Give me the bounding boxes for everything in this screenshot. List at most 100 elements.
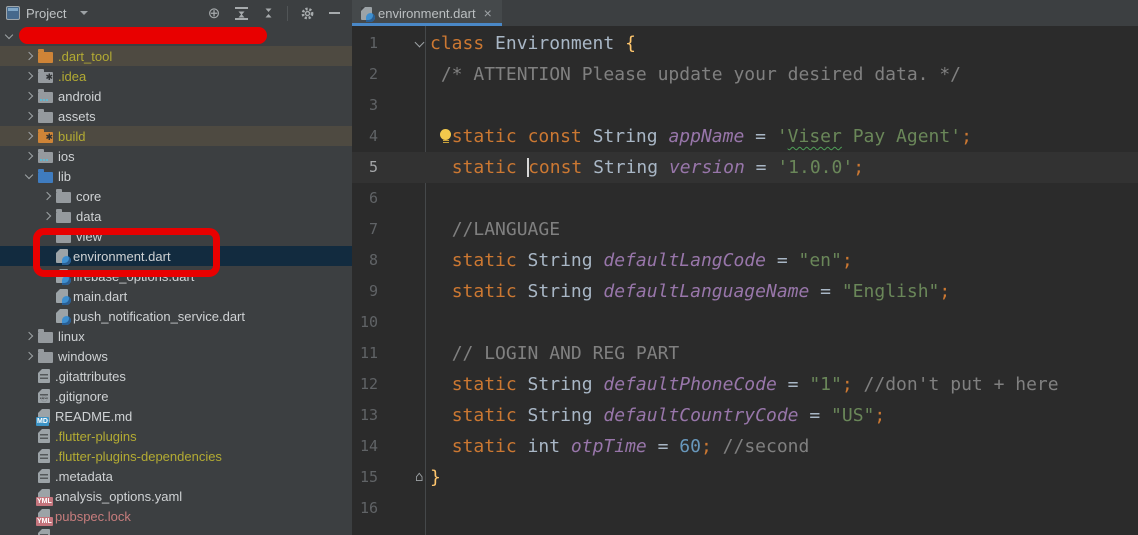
tree-item--flutter-plugins-dependencies[interactable]: .flutter-plugins-dependencies xyxy=(0,446,352,466)
tree-item-core[interactable]: core xyxy=(0,186,352,206)
tool-strip-buttons: ⊕ xyxy=(206,5,346,21)
tree-item--flutter-plugins[interactable]: .flutter-plugins xyxy=(0,426,352,446)
tree-item-assets[interactable]: assets xyxy=(0,106,352,126)
code-token: String xyxy=(517,281,604,302)
chevron-right-icon[interactable] xyxy=(22,68,38,84)
code-line-12[interactable]: 12 static String defaultPhoneCode = "1";… xyxy=(352,369,1138,400)
expand-all-icon[interactable] xyxy=(233,5,249,21)
tree-item-main-dart[interactable]: main.dart xyxy=(0,286,352,306)
line-number[interactable]: 2 xyxy=(352,59,378,90)
code-line-7[interactable]: 7 //LANGUAGE xyxy=(352,214,1138,245)
tab-environment-dart[interactable]: environment.dart xyxy=(352,0,502,26)
code-token: ; xyxy=(961,126,972,147)
file-type-badge: YML xyxy=(36,517,53,526)
code-line-1[interactable]: 1class Environment { xyxy=(352,28,1138,59)
line-number[interactable]: 13 xyxy=(352,400,378,431)
code-token: ; xyxy=(853,157,864,178)
code-token: String xyxy=(582,126,669,147)
code-line-13[interactable]: 13 static String defaultCountryCode = "U… xyxy=(352,400,1138,431)
code-token: static xyxy=(452,157,517,178)
tree-item-analysis-options-yaml[interactable]: YMLanalysis_options.yaml xyxy=(0,486,352,506)
code-line-8[interactable]: 8 static String defaultLangCode = "en"; xyxy=(352,245,1138,276)
tree-item--dart-tool[interactable]: .dart_tool xyxy=(0,46,352,66)
tree-item-ios[interactable]: ios xyxy=(0,146,352,166)
chevron-right-icon[interactable] xyxy=(40,188,56,204)
line-number[interactable]: 1 xyxy=(352,28,378,59)
tree-item-partial-row[interactable] xyxy=(0,526,352,535)
line-number[interactable]: 8 xyxy=(352,245,378,276)
tree-item--gitignore[interactable]: .gitignore xyxy=(0,386,352,406)
intention-bulb-icon[interactable] xyxy=(440,129,451,140)
collapse-all-icon[interactable] xyxy=(260,5,276,21)
line-number[interactable]: 14 xyxy=(352,431,378,462)
tree-item-readme-md[interactable]: MDREADME.md xyxy=(0,406,352,426)
code-token xyxy=(853,374,864,395)
text-file-icon xyxy=(38,529,50,535)
tree-item--idea[interactable]: .idea xyxy=(0,66,352,86)
chevron-right-icon[interactable] xyxy=(22,348,38,364)
code-line-2[interactable]: 2 /* ATTENTION Please update your desire… xyxy=(352,59,1138,90)
code-token: version xyxy=(669,157,745,178)
code-line-10[interactable]: 10 xyxy=(352,307,1138,338)
line-number[interactable]: 15 xyxy=(352,462,378,493)
tree-item-label: windows xyxy=(58,349,108,364)
code-token: ; xyxy=(842,374,853,395)
tree-item--metadata[interactable]: .metadata xyxy=(0,466,352,486)
line-number[interactable]: 4 xyxy=(352,121,378,152)
code-token: const xyxy=(528,126,582,147)
line-number[interactable]: 9 xyxy=(352,276,378,307)
line-number[interactable]: 16 xyxy=(352,493,378,524)
code-token xyxy=(430,343,452,364)
line-number[interactable]: 6 xyxy=(352,183,378,214)
code-token: = xyxy=(647,436,680,457)
close-icon[interactable] xyxy=(484,6,492,20)
settings-icon[interactable] xyxy=(299,5,315,21)
line-number[interactable]: 7 xyxy=(352,214,378,245)
hide-panel-icon[interactable] xyxy=(326,5,342,21)
chevron-right-icon[interactable] xyxy=(22,48,38,64)
line-number[interactable]: 10 xyxy=(352,307,378,338)
code-line-15[interactable]: 15} xyxy=(352,462,1138,493)
chevron-down-icon[interactable] xyxy=(22,168,38,184)
chevron-right-icon[interactable] xyxy=(22,328,38,344)
line-number[interactable]: 5 xyxy=(352,152,378,183)
tree-item--gitattributes[interactable]: .gitattributes xyxy=(0,366,352,386)
code-token: ; xyxy=(874,405,885,426)
text-file-icon xyxy=(38,369,50,383)
chevron-right-icon[interactable] xyxy=(22,148,38,164)
chevron-spacer xyxy=(22,528,38,535)
tree-item-push-notification-service-dart[interactable]: push_notification_service.dart xyxy=(0,306,352,326)
code-line-6[interactable]: 6 xyxy=(352,183,1138,214)
chevron-right-icon[interactable] xyxy=(40,208,56,224)
code-line-3[interactable]: 3 xyxy=(352,90,1138,121)
line-number[interactable]: 3 xyxy=(352,90,378,121)
tree-item-linux[interactable]: linux xyxy=(0,326,352,346)
code-line-14[interactable]: 14 static int otpTime = 60; //second xyxy=(352,431,1138,462)
chevron-right-icon[interactable] xyxy=(22,108,38,124)
tree-item-lib[interactable]: lib xyxy=(0,166,352,186)
code-line-5[interactable]: 5 static const String version = '1.0.0'; xyxy=(352,152,1138,183)
code-token: "en" xyxy=(799,250,842,271)
line-number[interactable]: 11 xyxy=(352,338,378,369)
tree-item-pubspec-lock[interactable]: YMLpubspec.lock xyxy=(0,506,352,526)
fold-marker-icon[interactable] xyxy=(412,462,428,493)
chevron-right-icon[interactable] xyxy=(22,88,38,104)
dropdown-caret-icon[interactable] xyxy=(80,11,88,15)
chevron-down-icon[interactable] xyxy=(2,28,18,44)
tree-item-windows[interactable]: windows xyxy=(0,346,352,366)
code-line-16[interactable]: 16 xyxy=(352,493,1138,524)
code-line-9[interactable]: 9 static String defaultLanguageName = "E… xyxy=(352,276,1138,307)
code-token: '1.0.0' xyxy=(777,157,853,178)
chevron-right-icon[interactable] xyxy=(22,128,38,144)
tree-item-build[interactable]: build xyxy=(0,126,352,146)
tree-item-data[interactable]: data xyxy=(0,206,352,226)
code-line-11[interactable]: 11 // LOGIN AND REG PART xyxy=(352,338,1138,369)
code-token: static xyxy=(452,374,517,395)
fold-marker-icon[interactable] xyxy=(412,28,428,59)
tree-item-android[interactable]: android xyxy=(0,86,352,106)
ide-window: Project ⊕ environment.dart xyxy=(0,0,1138,535)
code-token: /* ATTENTION Please update your desired … xyxy=(441,64,961,85)
line-number[interactable]: 12 xyxy=(352,369,378,400)
code-line-4[interactable]: 4 static const String appName = 'Viser P… xyxy=(352,121,1138,152)
locate-file-icon[interactable]: ⊕ xyxy=(206,5,222,21)
